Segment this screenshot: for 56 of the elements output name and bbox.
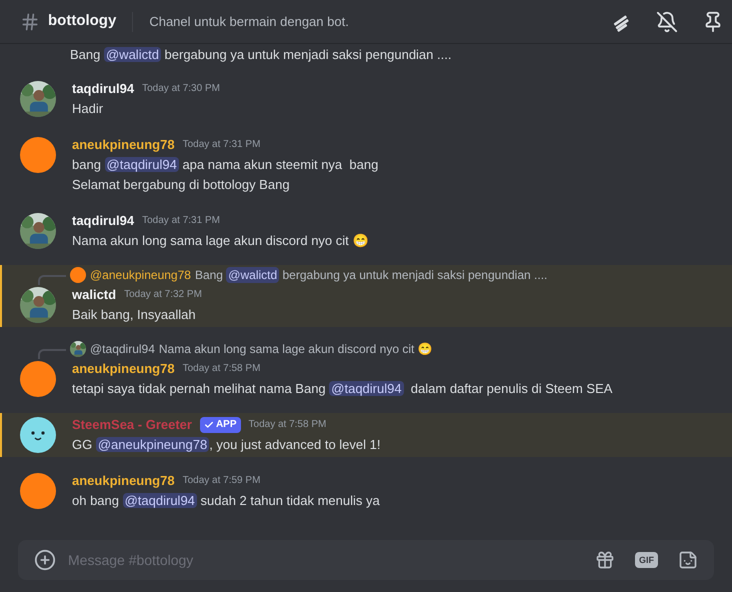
username[interactable]: taqdirul94: [72, 211, 134, 231]
message-text: bergabung ya untuk menjadi saksi pengundian ....: [164, 47, 452, 62]
message-field[interactable]: Message #bottology GIF: [18, 540, 714, 580]
username[interactable]: aneukpineung78: [72, 135, 175, 155]
username[interactable]: taqdirul94: [72, 79, 134, 99]
channel-topic: Chanel untuk bermain dengan bot.: [149, 12, 349, 31]
timestamp: Today at 7:30 PM: [142, 82, 220, 96]
gift-icon[interactable]: [595, 550, 615, 570]
message-text: tetapi saya tidak pernah melihat nama Bang: [72, 381, 327, 396]
message-text: apa nama akun steemit nya bang: [181, 157, 378, 172]
mention[interactable]: @walictd: [104, 47, 161, 62]
message-text: Hadir: [72, 101, 104, 116]
message-text: sudah 2 tahun tidak menulis ya: [200, 493, 380, 508]
mention[interactable]: @taqdirul94: [122, 493, 197, 508]
timestamp: Today at 7:31 PM: [142, 214, 220, 228]
username[interactable]: aneukpineung78: [72, 471, 175, 491]
timestamp: Today at 7:58 PM: [248, 418, 326, 432]
timestamp: Today at 7:32 PM: [124, 288, 202, 302]
timestamp: Today at 7:31 PM: [182, 138, 260, 152]
message-text: Bang: [70, 47, 102, 62]
reply-author[interactable]: @taqdirul94: [90, 341, 155, 357]
avatar[interactable]: [70, 267, 86, 283]
avatar[interactable]: [20, 473, 56, 509]
channel-name: bottology: [48, 11, 116, 32]
bot-face-icon[interactable]: [20, 417, 56, 453]
reply-line: [38, 275, 66, 285]
reply-text: Nama akun long sama lage akun discord nyo cit 😁: [158, 341, 433, 357]
mention[interactable]: @taqdirul94: [329, 381, 404, 396]
timestamp: Today at 7:58 PM: [182, 362, 260, 376]
message-text: Nama akun long sama lage akun discord nyo cit 😁: [72, 233, 368, 248]
add-icon[interactable]: [34, 549, 56, 571]
app-badge: APP: [200, 417, 241, 433]
message-text: dalam daftar penulis di Steem SEA: [410, 381, 612, 396]
mute-icon[interactable]: [656, 10, 678, 32]
message-text: GG: [72, 437, 94, 452]
check-icon: [204, 420, 214, 430]
message-text: oh bang: [72, 493, 120, 508]
message-text: Baik bang, Insyaallah: [72, 307, 196, 322]
message-text: bang: [72, 157, 102, 172]
reply-text: bergabung ya untuk menjadi saksi pengundian ....: [282, 267, 548, 283]
avatar[interactable]: [20, 361, 56, 397]
mention[interactable]: @aneukpineung78: [96, 437, 210, 452]
avatar[interactable]: [20, 137, 56, 173]
sticker-icon[interactable]: [678, 550, 698, 570]
hash-icon: [20, 12, 40, 32]
reply-line: [38, 349, 66, 359]
message-text: , you just advanced to level 1!: [209, 437, 380, 452]
reply-text: Bang: [194, 267, 224, 283]
mention[interactable]: @walictd: [226, 267, 280, 283]
username[interactable]: walictd: [72, 285, 116, 305]
mention[interactable]: @taqdirul94: [104, 157, 179, 172]
message-text: Selamat bergabung di bottology Bang: [72, 177, 290, 192]
username[interactable]: aneukpineung78: [72, 359, 175, 379]
reply-author[interactable]: @aneukpineung78: [90, 267, 191, 283]
gif-button[interactable]: GIF: [635, 552, 658, 568]
timestamp: Today at 7:59 PM: [182, 474, 260, 488]
